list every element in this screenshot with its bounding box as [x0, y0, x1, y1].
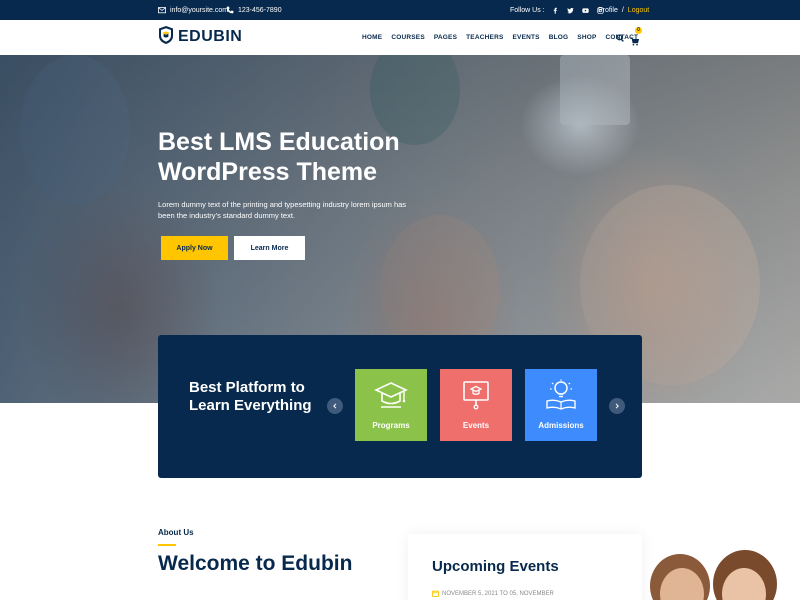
card-label: Admissions [538, 421, 584, 430]
facebook-icon[interactable] [552, 6, 560, 14]
shield-logo-icon [158, 25, 174, 50]
chevron-left-icon [333, 403, 337, 409]
phone-icon [226, 6, 234, 14]
upcoming-events-card: Upcoming Events NOVEMBER 5, 2021 TO 05, … [408, 534, 642, 600]
nav-events[interactable]: EVENTS [513, 34, 540, 41]
about-title: Welcome to Edubin [158, 552, 353, 575]
graduation-cap-icon [374, 378, 408, 412]
chevron-right-icon [615, 403, 619, 409]
main-header: EDUBIN HOME COURSES PAGES TEACHERS EVENT… [0, 20, 800, 55]
nav-blog[interactable]: BLOG [549, 34, 569, 41]
about-label: About Us [158, 528, 194, 537]
nav-courses[interactable]: COURSES [391, 34, 425, 41]
auth-separator: / [621, 6, 624, 14]
header-icons: 0 [616, 20, 642, 55]
cart-icon [630, 37, 640, 46]
phone-text: 123-456-7890 [238, 6, 282, 14]
main-nav: HOME COURSES PAGES TEACHERS EVENTS BLOG … [362, 20, 638, 55]
profile-link[interactable]: Profile [598, 7, 618, 14]
apply-now-button[interactable]: Apply Now [161, 236, 228, 260]
presentation-icon [459, 378, 493, 412]
cart-count-badge: 0 [635, 27, 642, 34]
event-date[interactable]: NOVEMBER 5, 2021 TO 05, NOVEMBER [432, 590, 554, 597]
calendar-icon [432, 590, 439, 597]
platform-panel: Best Platform to Learn Everything Progra… [158, 335, 642, 478]
youtube-icon[interactable] [582, 6, 590, 14]
logo-text: EDUBIN [178, 28, 243, 45]
social-links: Follow Us : [510, 0, 605, 20]
twitter-icon[interactable] [567, 6, 575, 14]
event-date-text: NOVEMBER 5, 2021 TO 05, NOVEMBER [442, 590, 554, 597]
top-bar: info@yoursite.com 123-456-7890 Follow Us… [0, 0, 800, 20]
students-photo [640, 548, 800, 600]
hero-description: Lorem dummy text of the printing and typ… [158, 200, 407, 220]
card-label: Events [462, 421, 490, 430]
nav-teachers[interactable]: TEACHERS [466, 34, 503, 41]
hero-title: Best LMS Education WordPress Theme [158, 128, 400, 186]
carousel-prev-button[interactable] [327, 398, 343, 414]
nav-home[interactable]: HOME [362, 34, 382, 41]
mail-icon [158, 6, 166, 14]
programs-card[interactable]: Programs [355, 369, 427, 441]
follow-label: Follow Us : [510, 6, 545, 14]
card-label: Programs [372, 421, 410, 430]
about-underline [158, 544, 176, 546]
email-contact[interactable]: info@yoursite.com [158, 0, 228, 20]
carousel-next-button[interactable] [609, 398, 625, 414]
auth-links: Profile / Logout [598, 0, 649, 20]
events-title: Upcoming Events [432, 558, 559, 575]
phone-contact[interactable]: 123-456-7890 [226, 0, 282, 20]
cart-button[interactable]: 0 [630, 27, 642, 46]
logout-link[interactable]: Logout [628, 7, 649, 14]
search-icon[interactable] [616, 29, 624, 47]
platform-title: Best Platform to Learn Everything [189, 379, 312, 414]
learn-more-button[interactable]: Learn More [234, 236, 305, 260]
nav-shop[interactable]: SHOP [577, 34, 596, 41]
nav-pages[interactable]: PAGES [434, 34, 457, 41]
lightbulb-book-icon [544, 378, 578, 412]
email-text: info@yoursite.com [170, 6, 229, 14]
events-card-tile[interactable]: Events [440, 369, 512, 441]
site-logo[interactable]: EDUBIN [158, 25, 243, 50]
admissions-card[interactable]: Admissions [525, 369, 597, 441]
page: info@yoursite.com 123-456-7890 Follow Us… [0, 0, 800, 600]
